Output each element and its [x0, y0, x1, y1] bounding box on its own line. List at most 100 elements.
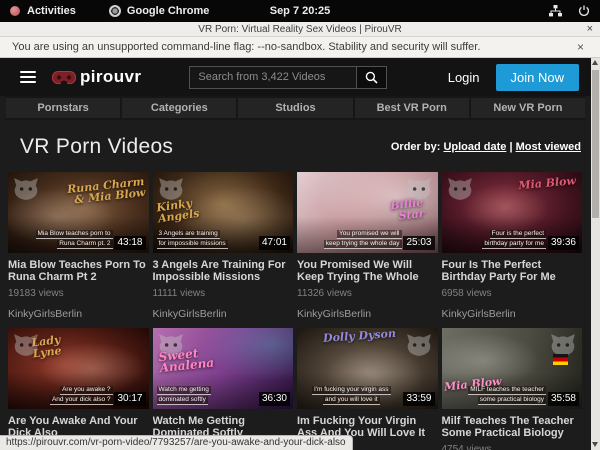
video-card[interactable]: Sweet Analena Watch me getting dominated… [153, 328, 294, 450]
thumbnail-model-name: Runa Charm & Mia Blow [66, 176, 146, 206]
duration-badge: 30:17 [114, 392, 145, 406]
nav-item-categories[interactable]: Categories [122, 98, 236, 118]
duration-badge: 47:01 [259, 236, 290, 250]
active-app[interactable]: Google Chrome [109, 5, 210, 17]
scroll-down-icon[interactable] [592, 442, 598, 447]
german-flag [553, 354, 568, 365]
network-icon[interactable] [549, 5, 562, 17]
video-title[interactable]: 3 Angels Are Training For Impossible Mis… [153, 259, 294, 283]
page-title: VR Porn Videos [20, 135, 173, 159]
search-icon [365, 71, 378, 84]
video-studio-link[interactable]: KinkyGirlsBerlin [442, 308, 583, 320]
video-card[interactable]: Mia Blow Four is the perfect birthday pa… [442, 172, 583, 320]
video-views: 11111 views [153, 288, 294, 299]
video-thumbnail[interactable]: Mia Blow Four is the perfect birthday pa… [442, 172, 583, 253]
video-card[interactable]: Kinky Angels 3 Angels are training for i… [153, 172, 294, 320]
site-header: pirouvr Login Join Now [0, 58, 591, 96]
thumbnail-captions: You promised we will keep trying the who… [301, 230, 402, 249]
tab-close-icon[interactable]: × [587, 22, 593, 37]
duration-badge: 36:30 [259, 392, 290, 406]
tab-title[interactable]: VR Porn: Virtual Reality Sex Videos | Pi… [0, 22, 600, 37]
chrome-icon [109, 5, 121, 17]
video-views: 6958 views [442, 288, 583, 299]
order-upload-date-link[interactable]: Upload date [443, 141, 506, 153]
thumbnail-captions: MILF teaches the teacher some practical … [446, 386, 547, 405]
video-thumbnail[interactable]: Billie Star You promised we will keep tr… [297, 172, 438, 253]
join-now-button[interactable]: Join Now [496, 64, 579, 91]
nav-item-pornstars[interactable]: Pornstars [6, 98, 120, 118]
video-grid: Runa Charm & Mia Blow Mia Blow teaches p… [8, 172, 582, 450]
thumbnail-model-name: Sweet Analena [158, 344, 240, 374]
video-card[interactable]: Runa Charm & Mia Blow Mia Blow teaches p… [8, 172, 149, 320]
vr-headset-icon [52, 71, 76, 84]
duration-badge: 25:03 [403, 236, 434, 250]
video-title[interactable]: You Promised We Will Keep Trying The Who… [297, 259, 438, 283]
thumbnail-model-name: Lady Lyne [31, 331, 91, 360]
warning-close-icon[interactable]: × [577, 40, 588, 54]
video-title[interactable]: Milf Teaches The Teacher Some Practical … [442, 415, 583, 439]
studio-cat-mask-logo [447, 177, 473, 201]
nav-item-studios[interactable]: Studios [238, 98, 352, 118]
status-url-bubble: https://pirouvr.com/vr-porn-video/779325… [0, 435, 353, 450]
video-card[interactable]: Billie Star You promised we will keep tr… [297, 172, 438, 320]
login-link[interactable]: Login [448, 70, 480, 85]
search-button[interactable] [357, 66, 387, 89]
system-bar: Activities Google Chrome Sep 7 20:25 [0, 0, 600, 22]
scrollbar[interactable] [591, 58, 600, 450]
scrollbar-thumb[interactable] [592, 70, 599, 218]
duration-badge: 35:58 [548, 392, 579, 406]
video-thumbnail[interactable]: Mia Blow MILF teaches the teacher some p… [442, 328, 583, 409]
warning-infobar: You are using an unsupported command-lin… [0, 37, 600, 58]
nav-item-best-vr-porn[interactable]: Best VR Porn [355, 98, 469, 118]
hamburger-menu-icon[interactable] [20, 71, 36, 83]
browser-viewport: pirouvr Login Join Now Pornstars Cate [0, 58, 600, 450]
site-logo[interactable]: pirouvr [52, 67, 141, 87]
thumbnail-captions: Four is the perfect birthday party for m… [446, 230, 547, 249]
video-title[interactable]: Mia Blow Teaches Porn To Runa Charm Pt 2 [8, 259, 149, 283]
duration-badge: 33:59 [403, 392, 434, 406]
thumbnail-captions: Mia Blow teaches porn to Runa Charm pt. … [12, 230, 113, 249]
order-most-viewed-link[interactable]: Most viewed [516, 141, 581, 153]
main-nav: Pornstars Categories Studios Best VR Por… [6, 96, 585, 120]
thumbnail-model-name: Mia Blow [512, 175, 577, 192]
page-head: VR Porn Videos Order by: Upload date | M… [0, 120, 591, 172]
power-icon[interactable] [578, 5, 590, 17]
video-card[interactable]: Lady Lyne Are you awake ? And your dick … [8, 328, 149, 450]
clock[interactable]: Sep 7 20:25 [270, 5, 331, 17]
video-studio-link[interactable]: KinkyGirlsBerlin [8, 308, 149, 320]
video-thumbnail[interactable]: Lady Lyne Are you awake ? And your dick … [8, 328, 149, 409]
browser-tab-bar: VR Porn: Virtual Reality Sex Videos | Pi… [0, 22, 600, 37]
video-card[interactable]: Dolly Dyson I'm fucking your virgin ass … [297, 328, 438, 450]
activities-button[interactable]: Activities [27, 5, 76, 17]
video-studio-link[interactable]: KinkyGirlsBerlin [153, 308, 294, 320]
thumbnail-captions: 3 Angels are training for impossible mis… [157, 230, 258, 249]
order-by-label: Order by: [391, 141, 441, 153]
nav-item-new-vr-porn[interactable]: New VR Porn [471, 98, 585, 118]
order-separator: | [509, 141, 512, 153]
thumbnail-captions: I'm fucking your virgin ass and you will… [301, 386, 402, 405]
search-input[interactable] [189, 66, 357, 89]
screen: Activities Google Chrome Sep 7 20:25 VR … [0, 0, 600, 450]
video-title[interactable]: Four Is The Perfect Birthday Party For M… [442, 259, 583, 283]
warning-message: You are using an unsupported command-lin… [12, 41, 480, 53]
video-thumbnail[interactable]: Dolly Dyson I'm fucking your virgin ass … [297, 328, 438, 409]
studio-cat-mask-logo [406, 333, 432, 357]
thumbnail-model-name: Dolly Dyson [323, 328, 408, 344]
video-thumbnail[interactable]: Kinky Angels 3 Angels are training for i… [153, 172, 294, 253]
thumbnail-model-name: Kinky Angels [155, 194, 221, 225]
video-card[interactable]: Mia Blow MILF teaches the teacher some p… [442, 328, 583, 450]
studio-cat-mask-logo [13, 177, 39, 201]
video-views: 4754 views [442, 444, 583, 450]
video-thumbnail[interactable]: Runa Charm & Mia Blow Mia Blow teaches p… [8, 172, 149, 253]
duration-badge: 43:18 [114, 236, 145, 250]
video-views: 11326 views [297, 288, 438, 299]
site-logo-text: pirouvr [80, 67, 141, 87]
video-studio-link[interactable]: KinkyGirlsBerlin [297, 308, 438, 320]
thumbnail-captions: Are you awake ? And your dick also ? [12, 386, 113, 405]
active-app-label: Google Chrome [127, 5, 210, 17]
video-views: 19183 views [8, 288, 149, 299]
video-thumbnail[interactable]: Sweet Analena Watch me getting dominated… [153, 328, 294, 409]
distro-icon [10, 6, 20, 16]
scroll-up-icon[interactable] [592, 60, 598, 65]
order-by: Order by: Upload date | Most viewed [391, 141, 581, 153]
